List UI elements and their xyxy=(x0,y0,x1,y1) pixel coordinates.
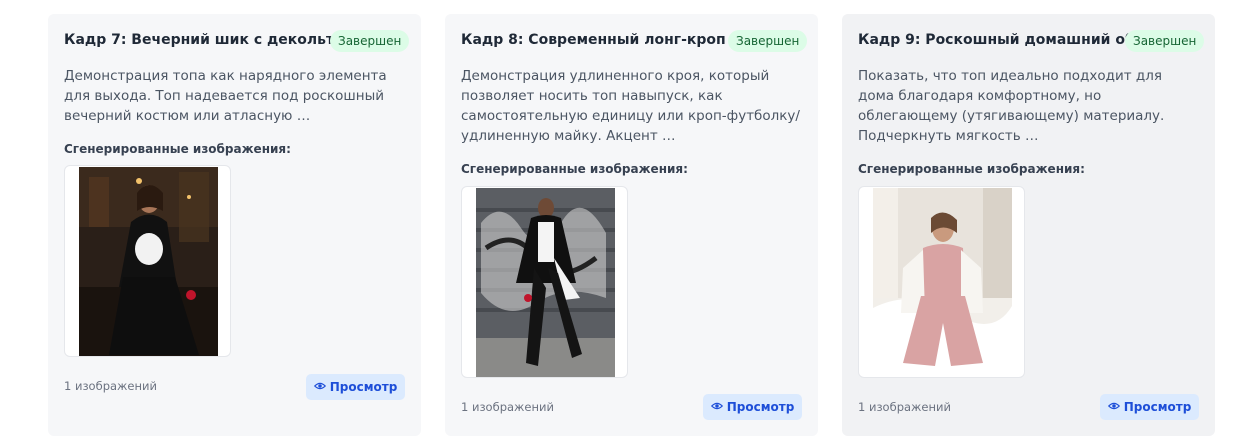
view-button-label: Просмотр xyxy=(1123,400,1192,414)
card-description: Демонстрация топа как нарядного элемента… xyxy=(64,68,387,124)
card-title: Кадр 9: Роскошный домашний образ xyxy=(858,32,1163,48)
image-count: 1 изображений xyxy=(858,400,951,414)
status-badge: Завершен xyxy=(330,30,410,52)
view-button[interactable]: Просмотр xyxy=(306,374,405,400)
status-badge: Завершен xyxy=(728,30,808,52)
generated-image-thumbnail[interactable] xyxy=(858,186,1025,378)
card-title: Кадр 7: Вечерний шик с декольте xyxy=(64,32,344,48)
scene-card-7: Кадр 7: Вечерний шик с декольте Завершен… xyxy=(48,14,421,436)
image-count: 1 изображений xyxy=(64,379,157,393)
generated-image xyxy=(476,188,615,377)
card-description: Демонстрация удлиненного кроя, который п… xyxy=(461,68,800,144)
view-button-label: Просмотр xyxy=(726,400,795,414)
generated-image xyxy=(79,167,218,356)
view-button[interactable]: Просмотр xyxy=(1100,394,1199,420)
card-title: Кадр 8: Современный лонг-кроп xyxy=(461,32,726,48)
image-count: 1 изображений xyxy=(461,400,554,414)
card-description: Показать, что топ идеально подходит для … xyxy=(858,68,1165,144)
status-badge: Завершен xyxy=(1125,30,1205,52)
generated-image xyxy=(873,188,1012,377)
scene-cards-grid: Кадр 7: Вечерний шик с декольте Завершен… xyxy=(48,14,1216,447)
view-button[interactable]: Просмотр xyxy=(703,394,802,420)
generated-image-thumbnail[interactable] xyxy=(461,186,628,378)
eye-icon xyxy=(710,402,723,410)
view-button-label: Просмотр xyxy=(329,380,398,394)
scene-card-8: Кадр 8: Современный лонг-кроп Завершен Д… xyxy=(445,14,818,436)
generated-image-thumbnail[interactable] xyxy=(64,165,231,357)
eye-icon xyxy=(1107,402,1120,410)
generated-images-label: Сгенерированные изображения: xyxy=(858,162,1085,176)
scene-card-9: Кадр 9: Роскошный домашний образ Заверше… xyxy=(842,14,1215,436)
generated-images-label: Сгенерированные изображения: xyxy=(64,142,291,156)
eye-icon xyxy=(313,382,326,390)
generated-images-label: Сгенерированные изображения: xyxy=(461,162,688,176)
